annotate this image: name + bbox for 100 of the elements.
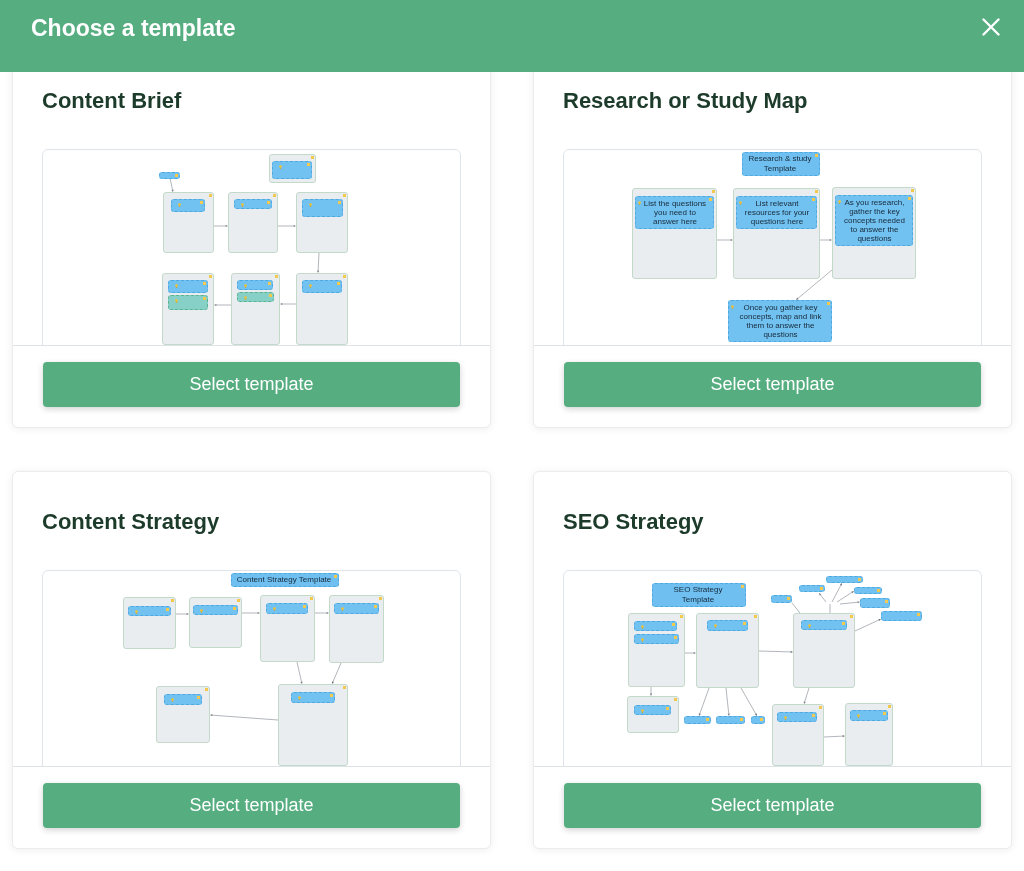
note-text: List relevant resources for your questions here [743,199,811,226]
corner-marker-icon [760,718,763,721]
corner-marker-icon [273,194,276,197]
corner-marker-icon [815,154,818,157]
corner-marker-icon [741,585,744,588]
corner-marker-icon [310,597,313,600]
template-title: Content Strategy [42,508,221,536]
corner-marker-icon [175,174,178,177]
connector-arrow [317,252,320,273]
lightbulb-icon [244,296,247,300]
note-text: Once you gather key concepts, map and link them to answer the questions [738,303,823,339]
corner-marker-icon [674,636,677,639]
connector-arrow [277,224,296,228]
corner-marker-icon [330,694,333,697]
connector-arrow [649,686,653,696]
corner-marker-icon [303,605,306,608]
corner-marker-icon [200,201,203,204]
lightbulb-icon [638,201,641,205]
corner-marker-icon [819,706,822,709]
note-text: List the questions you need to answer here [642,199,708,226]
corner-marker-icon [917,613,920,616]
diagram-title: SEO Strategy Template [672,585,724,605]
corner-marker-icon [267,201,270,204]
lightbulb-icon [309,284,312,288]
corner-marker-icon [888,705,891,708]
corner-marker-icon [680,615,683,618]
lightbulb-icon [178,203,181,207]
template-title: Research or Study Map [563,87,809,115]
corner-marker-icon [842,622,845,625]
lightbulb-icon [641,709,644,713]
select-template-button[interactable]: Select template [43,362,460,407]
corner-marker-icon [275,275,278,278]
lightbulb-icon [341,607,344,611]
close-button[interactable] [979,15,1003,39]
corner-marker-icon [205,688,208,691]
lightbulb-icon [298,696,301,700]
lightbulb-icon [200,609,203,613]
corner-marker-icon [672,623,675,626]
corner-marker-icon [268,282,271,285]
corner-marker-icon [858,578,861,581]
select-template-button[interactable]: Select template [564,362,981,407]
corner-marker-icon [712,190,715,193]
corner-marker-icon [203,282,206,285]
lightbulb-icon [714,624,717,628]
corner-marker-icon [674,698,677,701]
connector-arrow [819,238,832,242]
lightbulb-icon [808,624,811,628]
connector-arrow [854,619,881,632]
corner-marker-icon [233,607,236,610]
corner-marker-icon [850,615,853,618]
corner-marker-icon [269,294,272,297]
lightbulb-icon [739,201,742,205]
select-template-button[interactable]: Select template [564,783,981,828]
connector-arrow [796,269,833,300]
lightbulb-icon [731,305,734,309]
corner-marker-icon [374,605,377,608]
corner-marker-icon [743,622,746,625]
connector-arrow [803,687,810,704]
connector-line [791,602,801,614]
connector-arrow [296,661,303,684]
diagram-title: Content Strategy Template [236,575,332,585]
connector-arrow [213,224,228,228]
lightbulb-icon [784,716,787,720]
lightbulb-icon [135,610,138,614]
lightbulb-icon [641,625,644,629]
lightbulb-icon [279,165,282,169]
connector-arrow [698,687,710,716]
close-icon [982,18,1000,36]
connector-arrow [280,302,297,306]
lightbulb-icon [838,200,841,204]
corner-marker-icon [754,615,757,618]
connector-arrow [331,662,342,684]
corner-marker-icon [171,599,174,602]
connector-arrow [314,611,329,615]
corner-marker-icon [209,275,212,278]
lightbulb-icon [175,284,178,288]
corner-marker-icon [338,201,341,204]
connector-arrow [716,238,733,242]
lightbulb-icon [309,203,312,207]
select-template-button[interactable]: Select template [43,783,460,828]
corner-marker-icon [908,197,911,200]
corner-marker-icon [203,297,206,300]
corner-marker-icon [334,575,337,578]
lightbulb-icon [171,698,174,702]
corner-marker-icon [911,189,914,192]
connector-arrow [740,687,757,716]
corner-marker-icon [815,190,818,193]
connector-arrow [210,714,279,721]
connector-arrow [214,303,232,307]
connector-arrow [169,177,174,192]
connector-arrow [823,735,845,738]
corner-marker-icon [706,718,709,721]
connector-arrow [819,593,827,603]
lightbulb-icon [175,299,178,303]
corner-marker-icon [877,589,880,592]
corner-marker-icon [307,163,310,166]
lightbulb-icon [244,284,247,288]
corner-marker-icon [666,707,669,710]
dialog-title: Choose a template [31,14,236,43]
connector-arrow [241,611,260,615]
